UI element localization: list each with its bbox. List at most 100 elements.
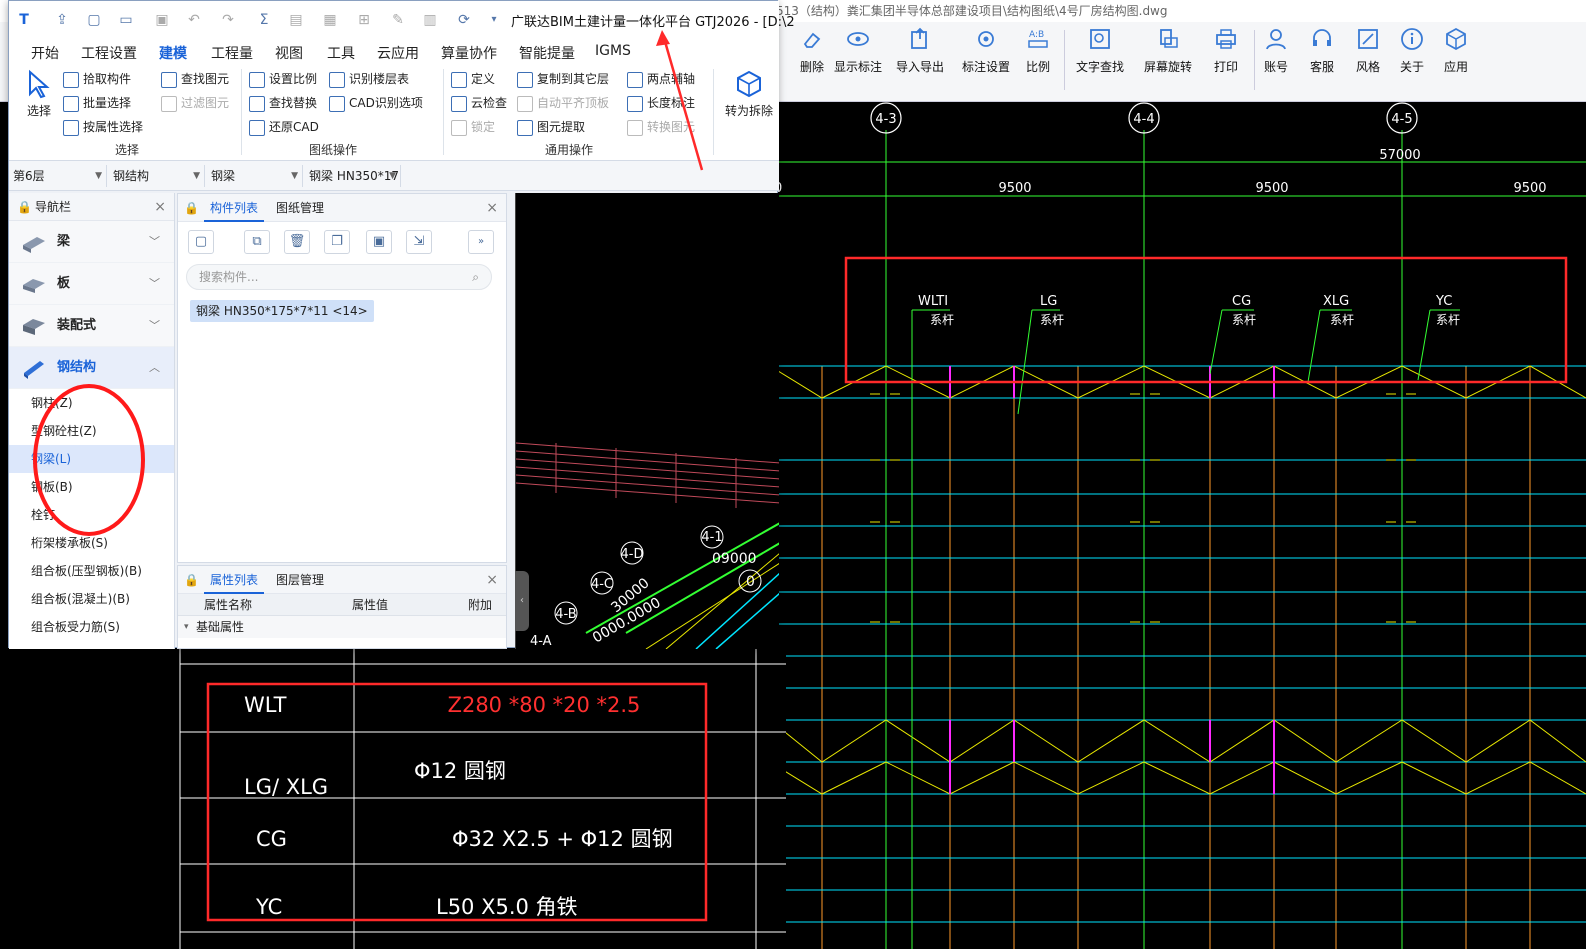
pin-icon[interactable]: 🔒	[184, 194, 199, 222]
nav-item-composite-slab-rebar[interactable]: 组合板受力筋(S)	[9, 613, 174, 641]
tab-cloud[interactable]: 云应用	[377, 43, 419, 63]
tab-drawing-management[interactable]: 图纸管理	[270, 194, 330, 222]
group-select-label: 选择	[115, 143, 140, 157]
film-icon[interactable]: ▥	[421, 11, 439, 29]
apps-label: 应用	[1443, 60, 1468, 74]
component-select-value: 钢梁 HN350*17	[309, 169, 399, 183]
extract-element-button[interactable]: 图元提取	[517, 117, 585, 137]
new-file-icon[interactable]: ▢	[85, 11, 103, 29]
nav-item-composite-slab-concrete[interactable]: 组合板(混凝土)(B)	[9, 585, 174, 613]
pin-icon[interactable]: 🔒	[184, 566, 199, 594]
redo-icon[interactable]: ↷	[219, 11, 237, 29]
cad-canvas[interactable]: 4-3 4-4 4-5 57000 9500 9500 9500 0	[770, 102, 1586, 949]
property-group-row[interactable]: ▾ 基础属性	[178, 616, 506, 638]
text-search-button[interactable]: 文字查找	[1070, 26, 1130, 75]
filter-bar: 第6层 ▼ 钢结构 ▼ 钢梁 ▼ 钢梁 HN350*17 ▼	[9, 161, 779, 191]
import-export-button[interactable]: 导入导出	[890, 26, 950, 75]
restore-cad-button[interactable]: 还原CAD	[249, 117, 319, 137]
undo-icon[interactable]: ↶	[185, 11, 203, 29]
steel-structure-icon	[24, 361, 44, 379]
select-tool-button[interactable]: 选择	[19, 69, 59, 119]
find-element-button[interactable]: 查找图元	[161, 69, 229, 89]
lock-button[interactable]: 锁定	[451, 117, 495, 137]
upload-icon[interactable]: ⇪	[53, 11, 71, 29]
select-by-attribute-button[interactable]: 按属性选择	[63, 117, 143, 137]
app-logo-icon: T	[19, 12, 29, 28]
convert-element-button[interactable]: 转换图元	[627, 117, 695, 137]
tab-start[interactable]: 开始	[31, 43, 59, 63]
scale-button[interactable]: A:B 比例	[1008, 26, 1068, 75]
nav-item-composite-slab-deck[interactable]: 组合板(压型钢板)(B)	[9, 557, 174, 585]
tab-smart-takeoff[interactable]: 智能提量	[519, 43, 575, 63]
pick-component-button[interactable]: 拾取构件	[63, 69, 131, 89]
close-icon[interactable]: ×	[154, 193, 166, 221]
pin-icon[interactable]: 🔒	[17, 193, 32, 221]
recognize-floor-table-button[interactable]: 识别楼层表	[329, 69, 409, 89]
nav-category-slab[interactable]: 板 ﹀	[9, 263, 174, 305]
tab-modeling[interactable]: 建模	[159, 43, 187, 65]
nav-category-prefab[interactable]: 装配式 ﹀	[9, 305, 174, 347]
open-folder-icon[interactable]: ▭	[117, 11, 135, 29]
draw-icon[interactable]: ✎	[389, 11, 407, 29]
report-icon[interactable]: ▤	[287, 11, 305, 29]
nav-category-label: 装配式	[57, 318, 97, 333]
navigation-panel: 🔒 导航栏 × 梁 ﹀ 板 ﹀ 装配式 ﹀ 钢结构 ︿ 钢柱(Z) 型钢砼柱(Z) 钢梁…	[9, 193, 175, 649]
floor-select[interactable]: 第6层 ▼	[9, 165, 107, 187]
layout-icon[interactable]: ⊞	[355, 11, 373, 29]
cube-icon	[737, 70, 761, 98]
export-icon[interactable]: ⇲	[406, 230, 432, 254]
delete-icon[interactable]: 🗑	[284, 230, 310, 254]
tab-quantities[interactable]: 工程量	[211, 43, 253, 63]
tab-project-settings[interactable]: 工程设置	[81, 43, 137, 63]
dimension-label: 9500	[1255, 181, 1288, 196]
panel-collapse-handle[interactable]: ‹	[515, 571, 529, 631]
batch-select-button[interactable]: 批量选择	[63, 93, 131, 113]
chevron-down-icon: ﹀	[149, 319, 160, 332]
grid-icon[interactable]: ▦	[321, 11, 339, 29]
apps-button[interactable]: 应用	[1426, 26, 1486, 75]
new-component-icon[interactable]: ▢	[188, 230, 214, 254]
two-point-axis-button[interactable]: 两点辅轴	[627, 69, 695, 89]
more-icon[interactable]: »	[468, 230, 494, 254]
axis-label: 4-3	[875, 112, 896, 127]
annotation-settings-button[interactable]: 标注设置	[956, 26, 1016, 75]
find-replace-button[interactable]: 查找替换	[249, 93, 317, 113]
save-icon[interactable]: ▣	[153, 11, 171, 29]
nav-category-beam[interactable]: 梁 ﹀	[9, 221, 174, 263]
close-icon[interactable]: ×	[486, 566, 498, 594]
category-select[interactable]: 钢结构 ▼	[109, 165, 205, 187]
sum-icon[interactable]: Σ	[255, 11, 273, 29]
set-scale-button[interactable]: 设置比例	[249, 69, 317, 89]
auto-flat-top-button[interactable]: 自动平齐顶板	[517, 93, 609, 113]
duplicate-icon[interactable]: ❐	[324, 230, 350, 254]
cloud-check-button[interactable]: 云检查	[451, 93, 507, 113]
convert-disassemble-button[interactable]: 转为拆除	[721, 69, 777, 119]
model-preview[interactable]: 4-1 4-D 4-C 4-B 4-A 09000 0 30000 0000.0…	[515, 193, 779, 649]
dropdown-icon[interactable]: ▾	[485, 11, 503, 29]
tab-layer-management[interactable]: 图层管理	[270, 566, 330, 594]
define-button[interactable]: 定义	[451, 69, 495, 89]
tab-component-list[interactable]: 构件列表	[204, 194, 265, 222]
component-search-input[interactable]: 搜索构件... ⌕	[186, 264, 492, 290]
length-mark-button[interactable]: 长度标注	[627, 93, 695, 113]
tab-igms[interactable]: IGMS	[595, 43, 631, 59]
close-icon[interactable]: ×	[486, 194, 498, 222]
tab-view[interactable]: 视图	[275, 43, 303, 63]
cad-options-button[interactable]: CAD识别选项	[329, 93, 423, 113]
component-select[interactable]: 钢梁 HN350*17 ▼	[305, 165, 401, 187]
copy-icon[interactable]: ⧉	[244, 230, 270, 254]
sync-icon[interactable]: ⟳	[455, 11, 473, 29]
filter-element-button[interactable]: 过滤图元	[161, 93, 229, 113]
tab-collaboration[interactable]: 算量协作	[441, 43, 497, 63]
show-annotation-button[interactable]: 显示标注	[828, 26, 888, 75]
import-icon[interactable]: ▣	[366, 230, 392, 254]
tab-tools[interactable]: 工具	[327, 43, 355, 63]
tab-property-list[interactable]: 属性列表	[204, 566, 265, 594]
screen-rotate-button[interactable]: 屏幕旋转	[1138, 26, 1198, 75]
type-select[interactable]: 钢梁 ▼	[207, 165, 303, 187]
legend-spec: Z280 *80 *20 *2.5	[448, 693, 641, 717]
chevron-down-icon: ▼	[389, 171, 396, 181]
copy-to-floor-button[interactable]: 复制到其它层	[517, 69, 609, 89]
component-list-item[interactable]: 钢梁 HN350*175*7*11 <14>	[190, 300, 374, 322]
legend-spec: Φ32 X2.5 + Φ12 圆钢	[452, 827, 673, 851]
